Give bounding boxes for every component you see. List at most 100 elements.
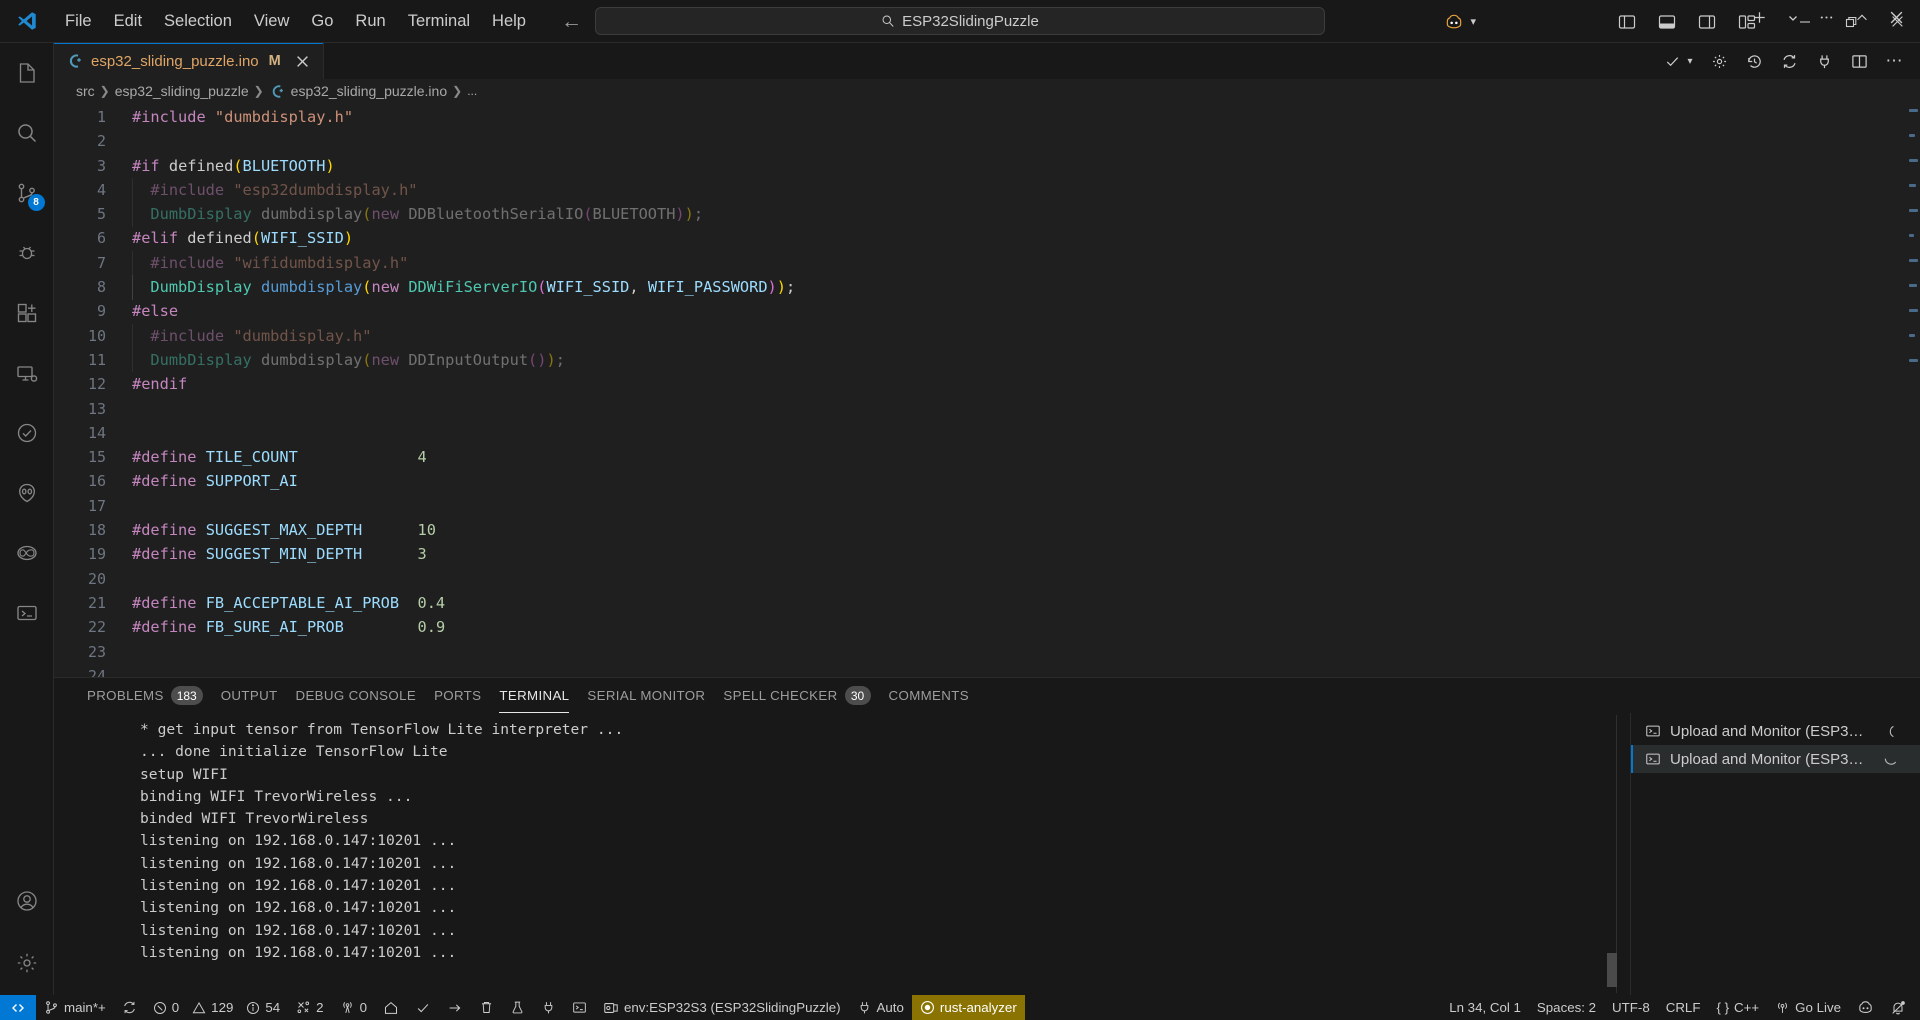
more-actions-icon[interactable] bbox=[1818, 9, 1835, 26]
panel-tab-debug-console[interactable]: DEBUG CONSOLE bbox=[287, 678, 426, 713]
status-pio-upload[interactable] bbox=[439, 995, 471, 1020]
breadcrumb-item-src[interactable]: src bbox=[76, 83, 95, 99]
panel-tab-terminal[interactable]: TERMINAL bbox=[490, 678, 578, 713]
close-panel-icon[interactable] bbox=[1889, 10, 1904, 25]
status-branch[interactable]: main*+ bbox=[36, 995, 114, 1020]
remote-indicator[interactable] bbox=[0, 995, 36, 1020]
code-line[interactable]: 2 bbox=[54, 129, 1920, 153]
menu-file[interactable]: File bbox=[54, 8, 103, 35]
chevron-down-icon[interactable]: ▾ bbox=[1687, 56, 1692, 67]
manage-settings-button[interactable] bbox=[0, 931, 54, 995]
code-line[interactable]: 18 #define SUGGEST_MAX_DEPTH 10 bbox=[54, 518, 1920, 542]
menu-go[interactable]: Go bbox=[300, 8, 344, 35]
sidebar-item-remote-explorer[interactable] bbox=[0, 343, 54, 403]
status-encoding[interactable]: UTF-8 bbox=[1604, 995, 1658, 1020]
panel-tab-serial-monitor[interactable]: SERIAL MONITOR bbox=[578, 678, 714, 713]
code-line[interactable]: 9 #else bbox=[54, 299, 1920, 323]
code-line[interactable]: 11 DumbDisplay dumbdisplay (new DDInputOu… bbox=[54, 348, 1920, 373]
code-line[interactable]: 19 #define SUGGEST_MIN_DEPTH 3 bbox=[54, 542, 1920, 566]
sidebar-item-arduino[interactable] bbox=[0, 523, 54, 583]
command-center[interactable]: ESP32SlidingPuzzle bbox=[595, 7, 1325, 35]
status-indentation[interactable]: Spaces: 2 bbox=[1529, 995, 1604, 1020]
terminal-scrollbar-thumb[interactable] bbox=[1607, 953, 1617, 987]
sidebar-item-extensions[interactable] bbox=[0, 283, 54, 343]
status-language-mode[interactable]: { } C++ bbox=[1708, 995, 1767, 1020]
copilot-button[interactable]: ▾ bbox=[1432, 12, 1488, 32]
status-pio-build[interactable] bbox=[407, 995, 439, 1020]
chevron-down-icon[interactable] bbox=[1787, 12, 1799, 24]
sync-icon[interactable] bbox=[1781, 53, 1798, 70]
menu-help[interactable]: Help bbox=[481, 8, 537, 35]
code-line[interactable]: 6 #elif defined(WIFI_SSID) bbox=[54, 226, 1920, 250]
code-line[interactable]: 5 DumbDisplay dumbdisplay (new DDBluetoot… bbox=[54, 202, 1920, 227]
new-terminal-icon[interactable] bbox=[1751, 9, 1768, 26]
breadcrumb-item-symbol[interactable]: ... bbox=[467, 84, 477, 98]
status-rust-analyzer[interactable]: rust-analyzer bbox=[911, 995, 1025, 1020]
code-line[interactable]: 15 #define TILE_COUNT 4 bbox=[54, 445, 1920, 469]
status-spell-checker[interactable]: 2 bbox=[288, 995, 331, 1020]
code-line[interactable]: 22 #define FB_SURE_AI_PROB 0.9 bbox=[54, 615, 1920, 639]
code-line[interactable]: 4 #include "esp32dumbdisplay.h" bbox=[54, 178, 1920, 203]
status-pio-terminal[interactable] bbox=[564, 995, 595, 1020]
status-eol[interactable]: CRLF bbox=[1658, 995, 1709, 1020]
plug-icon[interactable] bbox=[1816, 53, 1833, 70]
breadcrumb-item-folder[interactable]: esp32_sliding_puzzle bbox=[115, 83, 249, 99]
sidebar-item-explorer[interactable] bbox=[0, 43, 54, 103]
panel-tab-output[interactable]: OUTPUT bbox=[212, 678, 287, 713]
toggle-secondary-sidebar-icon[interactable] bbox=[1698, 13, 1716, 31]
status-problems[interactable]: 0 129 54 bbox=[145, 995, 288, 1020]
sidebar-item-source-control[interactable]: 8 bbox=[0, 163, 54, 223]
check-icon[interactable] bbox=[1664, 53, 1681, 70]
arrow-left-icon[interactable]: ← bbox=[561, 11, 582, 32]
more-actions-icon[interactable]: ⋯ bbox=[1886, 51, 1905, 71]
sidebar-item-platformio[interactable] bbox=[0, 463, 54, 523]
sidebar-item-search[interactable] bbox=[0, 103, 54, 163]
status-pio-test[interactable] bbox=[502, 995, 533, 1020]
tab-esp32-sliding-puzzle-ino[interactable]: esp32_sliding_puzzle.ino M bbox=[54, 43, 324, 79]
menu-run[interactable]: Run bbox=[344, 8, 396, 35]
status-pio-serial-monitor[interactable] bbox=[533, 995, 564, 1020]
history-icon[interactable] bbox=[1746, 53, 1763, 70]
status-radio-tower[interactable]: 0 bbox=[332, 995, 375, 1020]
panel-tab-ports[interactable]: PORTS bbox=[425, 678, 490, 713]
minimap[interactable] bbox=[1909, 109, 1918, 384]
breadcrumb-item-file[interactable]: esp32_sliding_puzzle.ino bbox=[291, 83, 447, 99]
status-serial-port[interactable]: Auto bbox=[849, 995, 912, 1020]
status-pio-home[interactable] bbox=[375, 995, 407, 1020]
menu-edit[interactable]: Edit bbox=[103, 8, 153, 35]
code-line[interactable]: 12 #endif bbox=[54, 372, 1920, 396]
panel-tab-spell-checker[interactable]: SPELL CHECKER 30 bbox=[714, 678, 879, 713]
code-line[interactable]: 1 #include "dumbdisplay.h" bbox=[54, 105, 1920, 129]
toggle-panel-icon[interactable] bbox=[1658, 13, 1676, 31]
code-line[interactable]: 23 bbox=[54, 640, 1920, 664]
code-line[interactable]: 16 #define SUPPORT_AI bbox=[54, 469, 1920, 493]
maximize-panel-icon[interactable] bbox=[1854, 10, 1870, 26]
code-editor[interactable]: 1 #include "dumbdisplay.h" 2 3 #if defined(B… bbox=[54, 103, 1920, 677]
code-line[interactable]: 8 DumbDisplay dumbdisplay (new DDWiFiServ… bbox=[54, 275, 1920, 300]
code-line[interactable]: 21 #define FB_ACCEPTABLE_AI_PROB 0.4 bbox=[54, 591, 1920, 615]
terminal-list-item[interactable]: Upload and Monitor (ESP3… bbox=[1631, 745, 1920, 773]
menu-view[interactable]: View bbox=[243, 8, 300, 35]
terminal-output[interactable]: * get input tensor from TensorFlow Lite … bbox=[54, 713, 1630, 995]
status-notifications[interactable] bbox=[1882, 995, 1920, 1020]
terminal-scrollbar[interactable] bbox=[1607, 715, 1617, 993]
sidebar-item-run-and-debug[interactable] bbox=[0, 223, 54, 283]
code-line[interactable]: 13 bbox=[54, 397, 1920, 421]
status-pio-env[interactable]: env:ESP32S3 (ESP32SlidingPuzzle) bbox=[595, 995, 849, 1020]
code-line[interactable]: 24 bbox=[54, 664, 1920, 677]
status-sync[interactable] bbox=[114, 995, 145, 1020]
accounts-button[interactable] bbox=[0, 871, 54, 931]
code-line[interactable]: 10 #include "dumbdisplay.h" bbox=[54, 323, 1920, 349]
code-line[interactable]: 3 #if defined(BLUETOOTH) bbox=[54, 154, 1920, 178]
code-line[interactable]: 7 #include "wifidumbdisplay.h" bbox=[54, 250, 1920, 276]
sidebar-item-testing[interactable] bbox=[0, 403, 54, 463]
code-line[interactable]: 17 bbox=[54, 494, 1920, 518]
menu-terminal[interactable]: Terminal bbox=[397, 8, 481, 35]
menu-selection[interactable]: Selection bbox=[153, 8, 243, 35]
status-copilot[interactable] bbox=[1849, 995, 1882, 1020]
gear-icon[interactable] bbox=[1711, 53, 1728, 70]
status-pio-clean[interactable] bbox=[471, 995, 502, 1020]
split-editor-icon[interactable] bbox=[1851, 53, 1868, 70]
code-line[interactable]: 20 bbox=[54, 567, 1920, 591]
status-cursor-position[interactable]: Ln 34, Col 1 bbox=[1441, 995, 1529, 1020]
